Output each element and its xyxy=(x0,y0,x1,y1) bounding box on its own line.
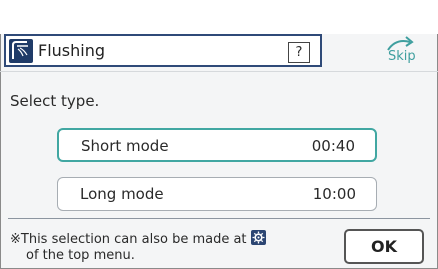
skip-label: Skip xyxy=(388,49,416,64)
footer-note: ※This selection can also be made at of t… xyxy=(10,230,266,264)
note-line1: ※This selection can also be made at xyxy=(10,232,247,247)
short-mode-button[interactable]: Short mode 00:40 xyxy=(57,128,377,162)
divider xyxy=(0,71,438,72)
footer-divider xyxy=(8,218,430,219)
note-line2: of the top menu. xyxy=(26,248,135,263)
long-mode-button[interactable]: Long mode 10:00 xyxy=(57,177,377,211)
title-bar: Flushing ? xyxy=(4,34,322,67)
gear-icon xyxy=(250,230,266,245)
mode-time: 00:40 xyxy=(311,137,355,155)
ok-button[interactable]: OK xyxy=(344,229,424,264)
skip-button[interactable]: Skip xyxy=(378,34,422,68)
page-title: Flushing xyxy=(38,41,106,60)
mode-label: Short mode xyxy=(81,137,169,155)
mode-time: 10:00 xyxy=(312,185,356,203)
help-button[interactable]: ? xyxy=(288,42,310,63)
flushing-icon xyxy=(9,39,33,63)
mode-label: Long mode xyxy=(80,185,164,203)
prompt-text: Select type. xyxy=(10,92,100,110)
top-band xyxy=(0,0,438,34)
